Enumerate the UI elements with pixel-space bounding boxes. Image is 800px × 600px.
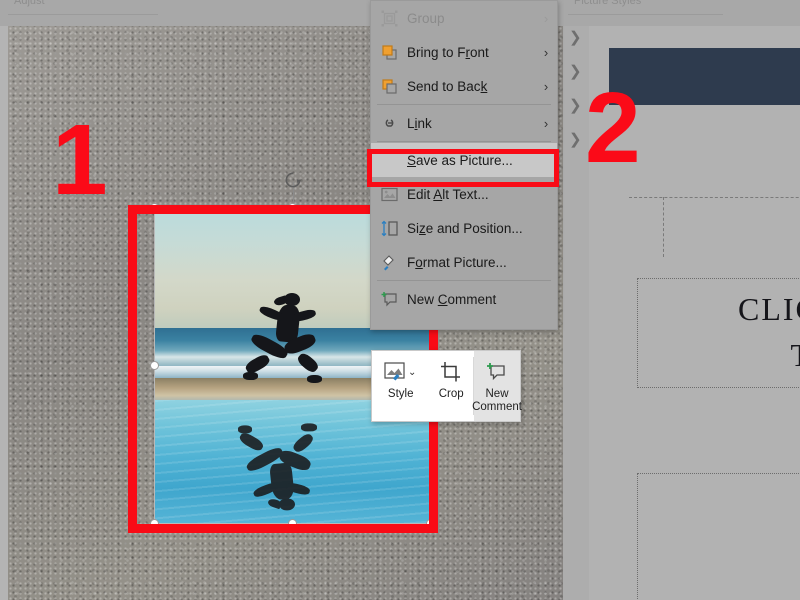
resize-handle-w[interactable]: [150, 361, 159, 370]
ribbon-divider-right: [568, 14, 723, 15]
annotation-step-2: 2: [585, 72, 641, 184]
title-placeholder[interactable]: CLICK T: [637, 278, 800, 388]
context-menu-label-send-to-back: Send to Back: [407, 78, 488, 94]
chevron-right-icon: ›: [543, 10, 549, 26]
mini-toolbar-button-new-comment[interactable]: New Comment: [472, 351, 522, 421]
smart-guide-horizontal: [629, 197, 800, 198]
title-placeholder-line2: T: [790, 337, 800, 374]
context-menu-item-send-to-back[interactable]: Send to Back ›: [371, 69, 557, 103]
new-comment-icon: [486, 358, 508, 386]
size-position-icon: [381, 218, 407, 238]
ribbon-group-picture-styles-label: Picture Styles: [574, 0, 642, 7]
context-menu-separator-1: [377, 104, 551, 105]
context-menu-item-size-and-position[interactable]: Size and Position...: [371, 211, 557, 245]
chevron-right-icon: ›: [543, 115, 549, 131]
context-menu-label-size-and-position: Size and Position...: [407, 220, 523, 236]
resize-handle-n[interactable]: [288, 203, 297, 212]
send-to-back-icon: [381, 76, 407, 96]
subtitle-placeholder[interactable]: Click: [637, 473, 800, 600]
context-menu-label-edit-alt-text: Edit Alt Text...: [407, 186, 489, 202]
powerpoint-window: Adjust Picture Styles 1 Group › Bring to…: [0, 0, 800, 600]
link-icon: [381, 113, 407, 133]
bring-to-front-icon: [381, 42, 407, 62]
chevron-right-icon: ❯: [569, 131, 582, 148]
crop-icon: [440, 358, 462, 386]
chevron-right-icon: ›: [543, 78, 549, 94]
ribbon-group-adjust-label: Adjust: [14, 0, 45, 7]
chevron-right-icon: ❯: [569, 29, 582, 46]
context-menu-label-save-as-picture: Save as Picture...: [407, 152, 513, 168]
annotation-step-1: 1: [52, 104, 108, 216]
context-menu-label-format-picture: Format Picture...: [407, 254, 507, 270]
alt-text-icon: [381, 184, 407, 204]
svg-text:⌄: ⌄: [408, 367, 416, 378]
mini-toolbar-button-crop[interactable]: Crop: [429, 351, 473, 421]
context-menu-item-group[interactable]: Group ›: [371, 1, 557, 35]
mini-toolbar-label-style: Style: [387, 388, 414, 400]
context-menu-item-link[interactable]: Link ›: [371, 106, 557, 140]
rotate-icon[interactable]: [283, 170, 303, 190]
title-placeholder-line1: CLICK: [738, 291, 800, 327]
resize-handle-sw[interactable]: [150, 519, 159, 528]
mini-toolbar-label-new-comment: New Comment: [472, 388, 522, 413]
mini-toolbar-label-crop: Crop: [438, 388, 464, 400]
context-menu-label-link: Link: [407, 115, 432, 131]
chevron-right-icon: ❯: [569, 97, 582, 114]
resize-handle-nw[interactable]: [150, 203, 159, 212]
ribbon-divider-left: [8, 14, 158, 15]
chevron-right-icon: ›: [543, 44, 549, 60]
chevron-right-icon: ❯: [569, 63, 582, 80]
context-menu-separator-2: [377, 141, 551, 142]
smart-guide-vertical: [663, 197, 664, 257]
context-menu-item-bring-to-front[interactable]: Bring to Front ›: [371, 35, 557, 69]
resize-handle-s[interactable]: [288, 519, 297, 528]
group-icon: [381, 8, 407, 28]
context-menu-item-new-comment[interactable]: New Comment: [371, 282, 557, 316]
context-menu-label-new-comment: New Comment: [407, 291, 497, 307]
context-menu-separator-3: [377, 280, 551, 281]
picture-style-icon: ⌄: [384, 358, 418, 386]
context-menu-item-edit-alt-text[interactable]: Edit Alt Text...: [371, 177, 557, 211]
context-menu-item-format-picture[interactable]: Format Picture...: [371, 245, 557, 279]
context-menu-item-save-as-picture[interactable]: Save as Picture...: [371, 143, 557, 177]
context-menu-label-bring-to-front: Bring to Front: [407, 44, 489, 60]
new-comment-icon: [381, 289, 407, 309]
mini-toolbar-button-style[interactable]: ⌄ Style: [372, 351, 429, 421]
resize-handle-se[interactable]: [426, 519, 435, 528]
context-menu[interactable]: Group › Bring to Front › Send to Back ›: [370, 0, 558, 330]
format-picture-icon: [381, 252, 407, 272]
save-as-picture-icon-slot: [381, 150, 407, 170]
context-menu-label-group: Group: [407, 10, 445, 26]
mini-toolbar[interactable]: ⌄ Style Crop New Comment: [371, 350, 522, 422]
